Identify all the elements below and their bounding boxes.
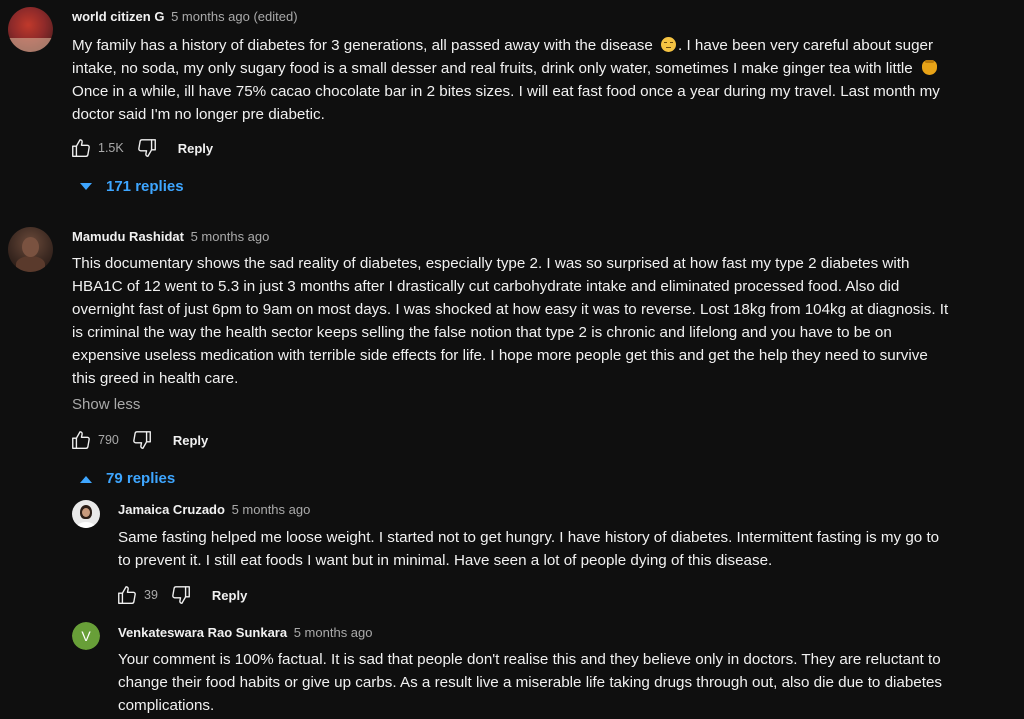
avatar[interactable] [8,227,53,272]
reply-button[interactable]: Reply [173,433,208,448]
thumbs-up-icon [72,431,90,449]
reply-text: Same fasting helped me loose weight. I s… [118,526,939,572]
comment-text-line: this greed in health care. [72,370,239,387]
comment-text-line: . I have been very careful about suger [678,37,934,54]
thumbs-up-icon [118,586,136,604]
reply-text-line: change their food habits or give up carb… [118,674,942,691]
comment-text-line: Once in a while, ill have 75% cacao choc… [72,83,940,100]
comment-text: This documentary shows the sad reality o… [72,252,948,390]
comment-timestamp[interactable]: 5 months ago [191,229,270,244]
like-count: 790 [98,433,119,447]
honey-pot-emoji [922,60,937,75]
like-count: 39 [144,588,158,602]
comment-timestamp[interactable]: 5 months ago (edited) [171,9,297,24]
like-button[interactable] [68,427,94,453]
pensive-face-emoji [661,37,677,52]
avatar[interactable] [8,7,53,52]
reply-text-line: to prevent it. I still eat foods I want … [118,552,773,569]
avatar[interactable]: V [72,622,100,650]
reply-text-line: Your comment is 100% factual. It is sad … [118,651,941,668]
reply-button[interactable]: Reply [178,141,213,156]
reply-text-line: Same fasting helped me loose weight. I s… [118,529,940,546]
show-less-button[interactable]: Show less [72,396,140,413]
hide-replies-button[interactable]: 79 replies [80,470,175,487]
comment-text-line: This documentary shows the sad reality o… [72,255,910,272]
reply-actions: 39 Reply [114,581,247,609]
comment-text: My family has a history of diabetes for … [72,34,940,126]
author-name[interactable]: Jamaica Cruzado [118,502,225,517]
replies-count-label: 79 replies [106,470,176,487]
like-button[interactable] [114,582,140,608]
thumbs-down-icon [137,139,156,157]
thumbs-up-icon [72,139,90,157]
comment-header: Mamudu Rashidat 5 months ago [72,229,269,244]
comment-text-line: overnight fast of just 6pm to 9am on mos… [72,301,949,318]
reply-button[interactable]: Reply [212,588,247,603]
like-count: 1.5K [98,141,124,155]
author-name[interactable]: world citizen G [72,9,164,24]
comment-text-line: intake, no soda, my only sugary food is … [72,60,913,77]
comment-text-line: HBA1C of 12 went to 5.3 in just 3 months… [72,278,900,295]
author-name[interactable]: Mamudu Rashidat [72,229,184,244]
thumbs-down-icon [132,431,151,449]
reply-timestamp[interactable]: 5 months ago [232,502,311,517]
comment-text-line: is criminal the way the health sector ke… [72,324,892,341]
comment-text-line: My family has a history of diabetes for … [72,37,653,54]
comment-actions: 1.5K Reply [68,134,213,162]
reply-header: Jamaica Cruzado 5 months ago [118,502,310,517]
comment-actions: 790 Reply [68,426,208,454]
thumbs-down-icon [172,586,190,604]
avatar[interactable] [72,500,100,528]
avatar-letter: V [72,622,100,650]
reply-timestamp[interactable]: 5 months ago [294,625,373,640]
reply-header: Venkateswara Rao Sunkara 5 months ago [118,625,373,640]
reply-text: Your comment is 100% factual. It is sad … [118,648,942,717]
caret-down-icon [80,182,92,190]
view-replies-button[interactable]: 171 replies [80,178,184,195]
comment-text-line: expensive useless medication with terrib… [72,347,928,364]
replies-count-label: 171 replies [106,178,184,195]
like-button[interactable] [68,135,94,161]
caret-up-icon [80,475,92,483]
dislike-button[interactable] [129,427,155,453]
comment-header: world citizen G 5 months ago (edited) [72,9,298,24]
reply-text-line: complications. [118,697,215,714]
comment-text-line: doctor said I'm no longer pre diabetic. [72,106,325,123]
dislike-button[interactable] [168,582,194,608]
author-name[interactable]: Venkateswara Rao Sunkara [118,625,287,640]
dislike-button[interactable] [134,135,160,161]
